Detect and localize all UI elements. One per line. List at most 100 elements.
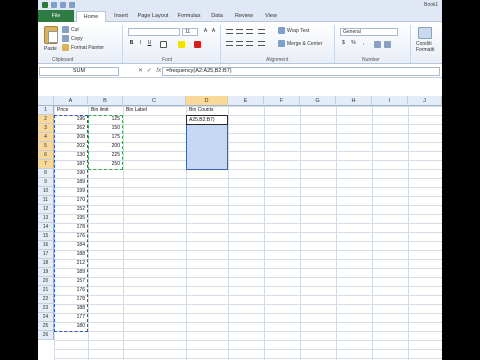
- cut-icon[interactable]: [62, 26, 69, 33]
- price-cell[interactable]: 177: [55, 313, 88, 322]
- row-header-9[interactable]: 9: [38, 178, 54, 187]
- align-bottom-icon[interactable]: [246, 29, 253, 34]
- bin-limit-cell[interactable]: 250: [89, 160, 123, 169]
- format-painter-button[interactable]: Format Painter: [71, 45, 104, 51]
- wrap-text-button[interactable]: Wrap Text: [287, 28, 309, 34]
- column-header-f[interactable]: F: [264, 96, 300, 106]
- price-cell[interactable]: 180: [55, 322, 88, 331]
- row-header-22[interactable]: 22: [38, 295, 54, 304]
- paste-button[interactable]: Paste: [44, 46, 57, 52]
- select-all-corner[interactable]: [38, 96, 54, 106]
- column-header-b[interactable]: B: [88, 96, 123, 106]
- row-header-20[interactable]: 20: [38, 277, 54, 286]
- row-header-6[interactable]: 6: [38, 151, 54, 160]
- price-cell[interactable]: 190: [55, 169, 88, 178]
- format-painter-icon[interactable]: [62, 44, 69, 51]
- shrink-font-icon[interactable]: A: [210, 28, 217, 35]
- row-header-12[interactable]: 12: [38, 205, 54, 214]
- insert-function-icon[interactable]: fx: [156, 68, 161, 74]
- price-cell[interactable]: 176: [55, 232, 88, 241]
- price-cell[interactable]: 184: [55, 241, 88, 250]
- price-cell[interactable]: 189: [55, 268, 88, 277]
- align-top-icon[interactable]: [226, 29, 233, 34]
- undo-icon[interactable]: [60, 2, 66, 8]
- tab-formulas[interactable]: Formulas: [174, 11, 204, 22]
- price-cell[interactable]: 157: [55, 277, 88, 286]
- row-header-8[interactable]: 8: [38, 169, 54, 178]
- active-cell-editor[interactable]: A25,B2:B7): [186, 115, 228, 125]
- price-cell[interactable]: 170: [55, 196, 88, 205]
- tab-data[interactable]: Data: [206, 11, 228, 22]
- wrap-text-icon[interactable]: [278, 27, 285, 34]
- formula-input[interactable]: =frequency(A2:A25,B2:B7): [162, 67, 440, 76]
- worksheet-grid[interactable]: ABCDEFGHIJK 1234567891011121314151617181…: [38, 96, 442, 360]
- bin-limit-cell[interactable]: 175: [89, 133, 123, 142]
- align-right-icon[interactable]: [246, 41, 253, 46]
- price-cell[interactable]: 152: [55, 205, 88, 214]
- price-cell[interactable]: 188: [55, 250, 88, 259]
- column-header-g[interactable]: G: [300, 96, 336, 106]
- price-cell[interactable]: 195: [55, 214, 88, 223]
- comma-format-button[interactable]: ,: [360, 40, 367, 47]
- align-left-icon[interactable]: [226, 41, 233, 46]
- grow-font-icon[interactable]: A: [202, 28, 209, 35]
- price-cell[interactable]: 196: [55, 115, 88, 124]
- row-header-24[interactable]: 24: [38, 313, 54, 322]
- row-header-19[interactable]: 19: [38, 268, 54, 277]
- row-header-16[interactable]: 16: [38, 241, 54, 250]
- cancel-icon[interactable]: ✕: [138, 68, 143, 74]
- row-header-2[interactable]: 2: [38, 115, 54, 124]
- row-header-4[interactable]: 4: [38, 133, 54, 142]
- merge-center-button[interactable]: Merge & Center: [287, 41, 322, 47]
- font-name-dropdown[interactable]: [128, 28, 180, 36]
- row-header-17[interactable]: 17: [38, 250, 54, 259]
- borders-icon[interactable]: [160, 41, 167, 48]
- italic-button[interactable]: I: [137, 40, 144, 47]
- align-middle-icon[interactable]: [236, 29, 243, 34]
- bold-button[interactable]: B: [128, 40, 135, 47]
- row-header-26[interactable]: 26: [38, 331, 54, 340]
- price-cell[interactable]: 189: [55, 178, 88, 187]
- price-cell[interactable]: 188: [55, 304, 88, 313]
- conditional-formatting-icon[interactable]: [418, 27, 432, 39]
- underline-button[interactable]: U: [146, 40, 153, 47]
- price-cell[interactable]: 262: [55, 124, 88, 133]
- row-header-3[interactable]: 3: [38, 124, 54, 133]
- row-header-23[interactable]: 23: [38, 304, 54, 313]
- column-header-i[interactable]: I: [372, 96, 408, 106]
- price-cell[interactable]: 176: [55, 286, 88, 295]
- indent-icon[interactable]: [258, 41, 265, 46]
- tab-insert[interactable]: Insert: [108, 11, 134, 22]
- row-header-15[interactable]: 15: [38, 232, 54, 241]
- name-box[interactable]: SUM: [39, 67, 119, 76]
- copy-button[interactable]: Copy: [71, 36, 83, 42]
- price-cell[interactable]: 212: [55, 259, 88, 268]
- column-header-d[interactable]: D: [186, 96, 228, 106]
- price-cell[interactable]: 130: [55, 151, 88, 160]
- decrease-decimal-icon[interactable]: [384, 41, 391, 48]
- row-header-21[interactable]: 21: [38, 286, 54, 295]
- price-cell[interactable]: 199: [55, 187, 88, 196]
- row-header-10[interactable]: 10: [38, 187, 54, 196]
- bin-limit-cell[interactable]: 225: [89, 151, 123, 160]
- column-header-e[interactable]: E: [228, 96, 264, 106]
- tab-page-layout[interactable]: Page Layout: [134, 11, 172, 22]
- currency-format-button[interactable]: $: [340, 40, 347, 47]
- row-header-1[interactable]: 1: [38, 106, 54, 115]
- row-header-14[interactable]: 14: [38, 223, 54, 232]
- number-format-dropdown[interactable]: General: [340, 28, 398, 36]
- orientation-icon[interactable]: [258, 29, 265, 34]
- column-header-h[interactable]: H: [336, 96, 372, 106]
- bin-limit-cell[interactable]: 125: [89, 115, 123, 124]
- bin-limit-cell[interactable]: 200: [89, 142, 123, 151]
- row-header-11[interactable]: 11: [38, 196, 54, 205]
- column-header-a[interactable]: A: [54, 96, 88, 106]
- bin-limit-cell[interactable]: 150: [89, 124, 123, 133]
- tab-file[interactable]: File: [38, 10, 74, 22]
- row-header-25[interactable]: 25: [38, 322, 54, 331]
- row-header-5[interactable]: 5: [38, 142, 54, 151]
- row-header-13[interactable]: 13: [38, 214, 54, 223]
- enter-icon[interactable]: ✓: [147, 68, 152, 74]
- percent-format-button[interactable]: %: [350, 40, 357, 47]
- column-header-c[interactable]: C: [123, 96, 186, 106]
